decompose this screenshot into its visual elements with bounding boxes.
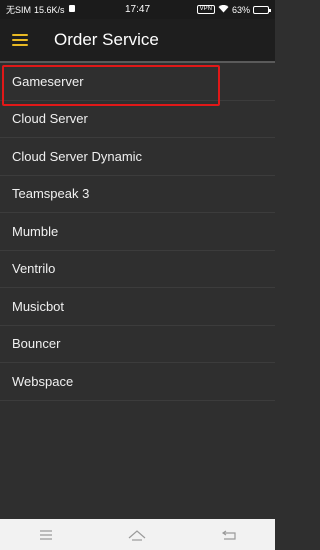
service-item-teamspeak-3[interactable]: Teamspeak 3	[0, 176, 275, 213]
service-item-gameserver[interactable]: Gameserver	[0, 63, 275, 106]
service-item-webspace[interactable]: Webspace	[0, 363, 275, 401]
service-item-musicbot[interactable]: Musicbot	[0, 288, 275, 326]
service-item-label: Bouncer	[12, 336, 61, 352]
back-button[interactable]	[209, 523, 249, 547]
service-item-ventrilo[interactable]: Ventrilo	[0, 251, 275, 288]
service-item-bouncer[interactable]: Bouncer	[0, 326, 275, 363]
home-button[interactable]	[117, 523, 157, 547]
status-right: VPN 63%	[196, 4, 271, 15]
page-title: Order Service	[54, 30, 159, 49]
menu-icon	[39, 529, 52, 540]
system-nav-bar	[0, 519, 275, 550]
service-item-label: Ventrilo	[12, 261, 56, 277]
battery-percent: 63%	[231, 4, 250, 15]
battery-icon	[253, 5, 271, 14]
service-item-label: Cloud Server Dynamic	[12, 148, 143, 164]
wifi-icon	[218, 4, 229, 15]
home-icon	[129, 529, 146, 541]
service-item-label: Webspace	[12, 373, 74, 389]
service-item-label: Gameserver	[12, 73, 84, 89]
back-icon	[222, 530, 236, 540]
menu-line	[12, 39, 28, 41]
service-item-cloud-server-dynamic[interactable]: Cloud Server Dynamic	[0, 138, 275, 176]
status-left: 无SIM 15.6K/s	[6, 3, 76, 16]
notification-icon	[68, 4, 76, 15]
service-item-mumble[interactable]: Mumble	[0, 213, 275, 251]
hamburger-menu-icon[interactable]	[12, 34, 28, 46]
app-bar: Order Service	[0, 19, 275, 63]
service-item-label: Mumble	[12, 223, 59, 239]
service-item-label: Musicbot	[12, 298, 65, 314]
service-item-label: Teamspeak 3	[12, 186, 90, 202]
service-item-cloud-server[interactable]: Cloud Server	[0, 101, 275, 138]
menu-line	[12, 34, 28, 36]
service-list: Gameserver Cloud Server Cloud Server Dynam…	[0, 63, 275, 401]
carrier-label: 无SIM	[6, 5, 32, 15]
menu-line	[12, 44, 28, 46]
recent-apps-button[interactable]	[26, 523, 66, 547]
service-item-label: Cloud Server	[12, 111, 88, 127]
status-bar: 无SIM 15.6K/s 17:47 VPN 63%	[0, 0, 275, 19]
vpn-badge: VPN	[196, 5, 215, 14]
network-speed: 15.6K/s	[34, 4, 65, 15]
